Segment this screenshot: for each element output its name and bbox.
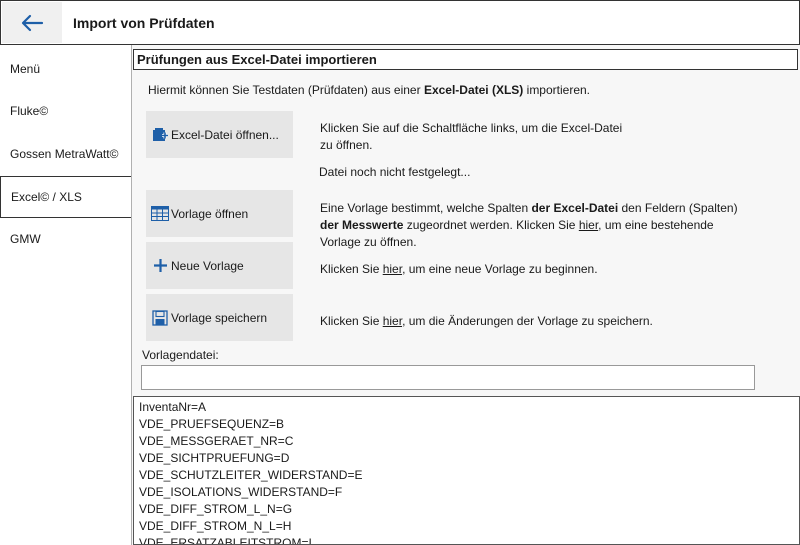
- sidebar-item-gmw[interactable]: GMW: [0, 218, 131, 260]
- open-template-description: Eine Vorlage bestimmt, welche Spalten de…: [320, 200, 790, 251]
- open-excel-label: Excel-Datei öffnen...: [171, 127, 279, 142]
- column-mapping-list[interactable]: InventaNr=A VDE_PRUEFSEQUENZ=B VDE_MESSG…: [133, 396, 800, 545]
- intro-text-part: importieren.: [523, 83, 591, 97]
- intro-text-bold: Excel-Datei (XLS): [423, 83, 524, 97]
- sidebar-item-fluke[interactable]: Fluke©: [0, 90, 131, 132]
- panel-title: Prüfungen aus Excel-Datei importieren: [133, 49, 798, 70]
- description-line: Vorlage zu öffnen.: [320, 235, 417, 249]
- new-template-button[interactable]: Neue Vorlage: [146, 242, 293, 289]
- description-line: Eine Vorlage bestimmt, welche Spalten de…: [320, 200, 790, 217]
- mapping-line: VDE_ERSATZABLEITSTROM=I: [139, 536, 312, 545]
- title-bar: Import von Prüfdaten: [0, 0, 800, 45]
- description-line: zu öffnen.: [320, 138, 373, 152]
- sidebar-item-menu[interactable]: Menü: [0, 48, 131, 90]
- open-template-button[interactable]: Vorlage öffnen: [146, 190, 293, 237]
- back-button[interactable]: [2, 2, 62, 43]
- mapping-line: VDE_ISOLATIONS_WIDERSTAND=F: [139, 485, 343, 499]
- new-template-label: Neue Vorlage: [171, 258, 244, 273]
- sidebar-item-gossen-metrawatt[interactable]: Gossen MetraWatt©: [0, 133, 131, 175]
- sidebar-item-excel-xls[interactable]: Excel© / XLS: [0, 176, 131, 218]
- file-status-text: Datei noch nicht festgelegt...: [319, 165, 471, 179]
- mapping-line: VDE_MESSGERAET_NR=C: [139, 434, 294, 448]
- template-file-label: Vorlagendatei:: [142, 348, 219, 362]
- mapping-line: VDE_PRUEFSEQUENZ=B: [139, 417, 285, 431]
- new-template-link[interactable]: hier: [383, 262, 402, 276]
- open-excel-description: Klicken Sie auf die Schaltfläche links, …: [320, 120, 622, 154]
- description-line: der Messwerte zugeordnet werden. Klicken…: [320, 217, 790, 234]
- description-text: zugeordnet werden. Klicken Sie: [403, 218, 579, 232]
- new-template-description: Klicken Sie hier, um eine neue Vorlage z…: [320, 261, 598, 278]
- mapping-line: VDE_SCHUTZLEITER_WIDERSTAND=E: [139, 468, 363, 482]
- description-bold: der Excel-Datei: [531, 201, 619, 215]
- description-text: den Feldern (Spalten): [618, 201, 738, 215]
- description-text: Eine Vorlage bestimmt, welche Spalten: [320, 201, 532, 215]
- save-template-description: Klicken Sie hier, um die Änderungen der …: [320, 313, 653, 330]
- intro-text: Hiermit können Sie Testdaten (Prüfdaten)…: [148, 83, 590, 97]
- save-template-link[interactable]: hier: [383, 314, 402, 328]
- mapping-line: VDE_DIFF_STROM_L_N=G: [139, 502, 293, 516]
- save-template-label: Vorlage speichern: [171, 310, 268, 325]
- mapping-line: VDE_DIFF_STROM_N_L=H: [139, 519, 292, 533]
- add-file-icon: [151, 126, 169, 144]
- table-icon: [151, 205, 169, 223]
- description-text: , um eine neue Vorlage zu beginnen.: [402, 262, 598, 276]
- description-text: Klicken Sie: [320, 314, 383, 328]
- plus-icon: [151, 257, 169, 275]
- save-template-button[interactable]: Vorlage speichern: [146, 294, 293, 341]
- page-title: Import von Prüfdaten: [73, 15, 215, 31]
- description-line: Klicken Sie auf die Schaltfläche links, …: [320, 121, 623, 135]
- template-file-input[interactable]: [141, 365, 755, 390]
- open-excel-button[interactable]: Excel-Datei öffnen...: [146, 111, 293, 158]
- mapping-line: VDE_SICHTPRUEFUNG=D: [139, 451, 290, 465]
- open-template-label: Vorlage öffnen: [171, 206, 249, 221]
- intro-text-part: Hiermit können Sie Testdaten (Prüfdaten)…: [148, 83, 424, 97]
- floppy-disk-icon: [151, 309, 169, 327]
- open-template-link[interactable]: hier: [579, 218, 598, 232]
- description-text: Klicken Sie: [320, 262, 383, 276]
- description-text: , um eine bestehende: [598, 218, 714, 232]
- mapping-line: InventaNr=A: [139, 400, 207, 414]
- description-text: , um die Änderungen der Vorlage zu speic…: [402, 314, 653, 328]
- arrow-left-icon: [21, 14, 44, 31]
- description-bold: der Messwerte: [320, 218, 404, 232]
- sidebar: Menü Fluke© Gossen MetraWatt© Excel© / X…: [0, 45, 131, 545]
